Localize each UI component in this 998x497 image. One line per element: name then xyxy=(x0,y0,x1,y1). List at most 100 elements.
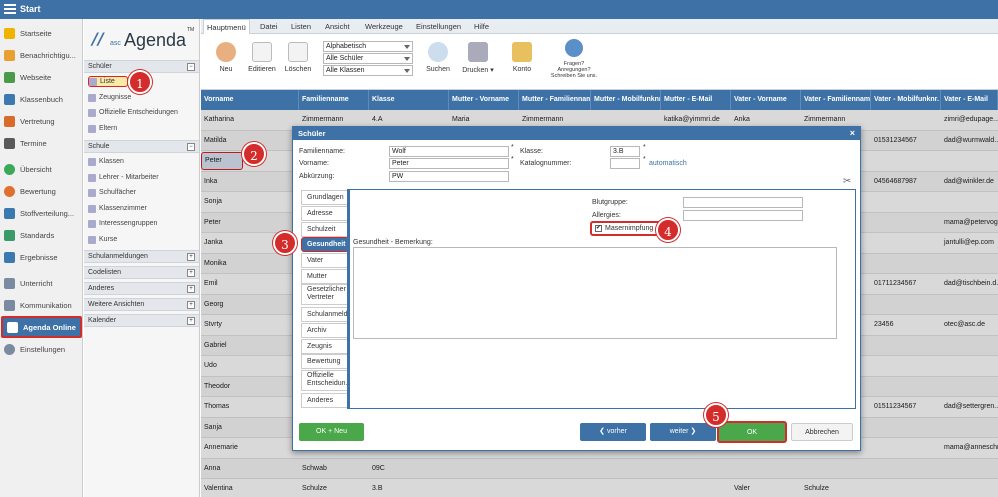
editieren-button[interactable]: Editieren xyxy=(245,40,279,73)
tab-mutter[interactable]: Mutter xyxy=(301,269,349,284)
ok-neu-button[interactable]: OK + Neu xyxy=(299,423,364,441)
tab-gesundheit[interactable]: Gesundheit xyxy=(301,237,349,252)
nav-item-termine[interactable]: Termine xyxy=(0,132,83,154)
tab-datei[interactable]: Datei xyxy=(257,19,281,34)
hamburger-menu-icon[interactable] xyxy=(4,4,16,14)
bemerkung-label: Gesundheit - Bemerkung: xyxy=(353,239,433,246)
column-header[interactable]: Familienname xyxy=(299,90,369,110)
tab-einstellungen[interactable]: Einstellungen xyxy=(413,19,464,34)
sec-item-klassenzimmer[interactable]: Klassenzimmer xyxy=(88,203,198,214)
konto-button[interactable]: Konto xyxy=(505,40,539,73)
section-schulanmeldungen[interactable]: Schulanmeldungen + xyxy=(84,250,199,263)
student-filter-select[interactable]: Alle Schüler xyxy=(323,53,413,64)
vorher-button[interactable]: ❮ vorher xyxy=(580,423,646,441)
class-filter-select[interactable]: Alle Klassen xyxy=(323,65,413,76)
tab-adresse[interactable]: Adresse xyxy=(301,206,349,221)
tab-schulzeit[interactable]: Schulzeit xyxy=(301,222,349,237)
nav-item-kommunikation[interactable]: Kommunikation xyxy=(0,294,83,316)
tab-vater[interactable]: Vater xyxy=(301,253,349,268)
column-header[interactable]: Vater - Familienname xyxy=(801,90,871,110)
tools-icon[interactable]: ✂ xyxy=(843,176,851,187)
section-schule[interactable]: Schule − xyxy=(84,140,199,153)
ok-button[interactable]: OK xyxy=(717,421,787,443)
nav-item-bewertung[interactable]: Bewertung xyxy=(0,180,83,202)
column-header[interactable]: Mutter - E-Mail xyxy=(661,90,731,110)
bemerkung-textarea[interactable] xyxy=(353,247,837,339)
tab-offizielle-entscheidungen[interactable]: Offizielle Entscheidun... xyxy=(301,370,351,391)
allergies-label: Allergies: xyxy=(592,212,621,219)
checkbox-checked-icon[interactable]: ✔ xyxy=(595,225,602,232)
neu-button[interactable]: Neu xyxy=(209,40,243,73)
nav-item-stoffverteilung[interactable]: Stoffverteilung... xyxy=(0,202,83,224)
sec-item-liste[interactable]: Liste xyxy=(88,76,128,87)
sec-item-offizielle-entscheidungen[interactable]: Offizielle Entscheidungen xyxy=(88,107,198,118)
nav-item-startseite[interactable]: Startseite xyxy=(0,22,83,44)
nav-item-vertretung[interactable]: Vertretung xyxy=(0,110,83,132)
nav-item-benachrichtigungen[interactable]: Benachrichtigu... xyxy=(0,44,83,66)
drucken-button[interactable]: Drucken ▾ xyxy=(458,40,498,74)
nav-item-agenda-online[interactable]: Agenda Online xyxy=(1,316,82,338)
automatisch-link[interactable]: automatisch xyxy=(649,160,687,167)
klasse-select[interactable]: 3.B xyxy=(610,146,640,157)
column-header[interactable]: Mutter - Vorname xyxy=(449,90,519,110)
sec-item-schulfaecher[interactable]: Schulfächer xyxy=(88,187,198,198)
collapse-icon[interactable]: − xyxy=(187,143,195,151)
masernimpfung-checkbox[interactable]: ✔ Masernimpfung xyxy=(590,221,663,236)
tab-ansicht[interactable]: Ansicht xyxy=(322,19,353,34)
loeschen-button[interactable]: Löschen xyxy=(281,40,315,73)
section-anderes[interactable]: Anderes + xyxy=(84,282,199,295)
tab-bewertung[interactable]: Bewertung xyxy=(301,354,349,369)
sec-item-lehrer[interactable]: Lehrer - Mitarbeiter xyxy=(88,172,198,183)
tab-hilfe[interactable]: Hilfe xyxy=(471,19,492,34)
nav-item-standards[interactable]: Standards xyxy=(0,224,83,246)
sort-select[interactable]: Alphabetisch xyxy=(323,41,413,52)
tab-listen[interactable]: Listen xyxy=(288,19,314,34)
abkuerzung-field[interactable]: PW xyxy=(389,171,509,182)
weiter-button[interactable]: weiter ❯ xyxy=(650,423,716,441)
tab-hauptmenue[interactable]: Hauptmenü xyxy=(203,19,250,34)
vorname-field[interactable]: Peter xyxy=(389,158,509,169)
collapse-icon[interactable]: − xyxy=(187,63,195,71)
nav-item-klassenbuch[interactable]: Klassenbuch xyxy=(0,88,83,110)
column-header[interactable]: Klasse xyxy=(369,90,449,110)
tab-gesetzlicher-vertreter[interactable]: Gesetzlicher Vertreter xyxy=(301,284,349,305)
section-kalender[interactable]: Kalender + xyxy=(84,314,199,327)
close-icon[interactable]: × xyxy=(850,127,855,140)
tab-archiv[interactable]: Archiv xyxy=(301,323,349,338)
column-header[interactable]: Mutter - Familienname xyxy=(519,90,591,110)
nav-item-ergebnisse[interactable]: Ergebnisse xyxy=(0,246,83,268)
familienname-field[interactable]: Wolf xyxy=(389,146,509,157)
nav-item-einstellungen[interactable]: Einstellungen xyxy=(0,338,83,360)
feedback-button[interactable]: Fragen? Anregungen? Schreiben Sie uns. xyxy=(549,37,599,79)
sec-item-klassen[interactable]: Klassen xyxy=(88,156,198,167)
blutgruppe-field[interactable] xyxy=(683,197,803,208)
sec-item-eltern[interactable]: Eltern xyxy=(88,123,198,134)
section-weitere-ansichten[interactable]: Weitere Ansichten + xyxy=(84,298,199,311)
allergies-field[interactable] xyxy=(683,210,803,221)
tab-schulanmeldung[interactable]: Schulanmeld... xyxy=(301,307,353,322)
sec-item-kurse[interactable]: Kurse xyxy=(88,234,198,245)
katalognummer-field[interactable] xyxy=(610,158,640,169)
tab-grundlagen[interactable]: Grundlagen xyxy=(301,190,349,205)
tab-anderes[interactable]: Anderes xyxy=(301,393,349,408)
expand-icon[interactable]: + xyxy=(187,253,195,261)
column-header[interactable]: Vater - Mobilfunknr. xyxy=(871,90,941,110)
column-header[interactable]: Mutter - Mobilfunknr. xyxy=(591,90,661,110)
column-header[interactable]: Vorname xyxy=(201,90,299,110)
tab-werkzeuge[interactable]: Werkzeuge xyxy=(362,19,406,34)
expand-icon[interactable]: + xyxy=(187,285,195,293)
column-header[interactable]: Vater - Vorname xyxy=(731,90,801,110)
expand-icon[interactable]: + xyxy=(187,301,195,309)
sec-item-interessengruppen[interactable]: Interessengruppen xyxy=(88,218,198,229)
sec-item-zeugnisse[interactable]: Zeugnisse xyxy=(88,92,198,103)
section-codelisten[interactable]: Codelisten + xyxy=(84,266,199,279)
column-header[interactable]: Vater - E-Mail xyxy=(941,90,998,110)
nav-item-unterricht[interactable]: Unterricht xyxy=(0,272,83,294)
suchen-button[interactable]: Suchen xyxy=(421,40,455,73)
expand-icon[interactable]: + xyxy=(187,317,195,325)
abbrechen-button[interactable]: Abbrechen xyxy=(791,423,853,441)
tab-zeugnis[interactable]: Zeugnis xyxy=(301,339,349,354)
nav-item-webseite[interactable]: Webseite xyxy=(0,66,83,88)
nav-item-uebersicht[interactable]: Übersicht xyxy=(0,158,83,180)
expand-icon[interactable]: + xyxy=(187,269,195,277)
